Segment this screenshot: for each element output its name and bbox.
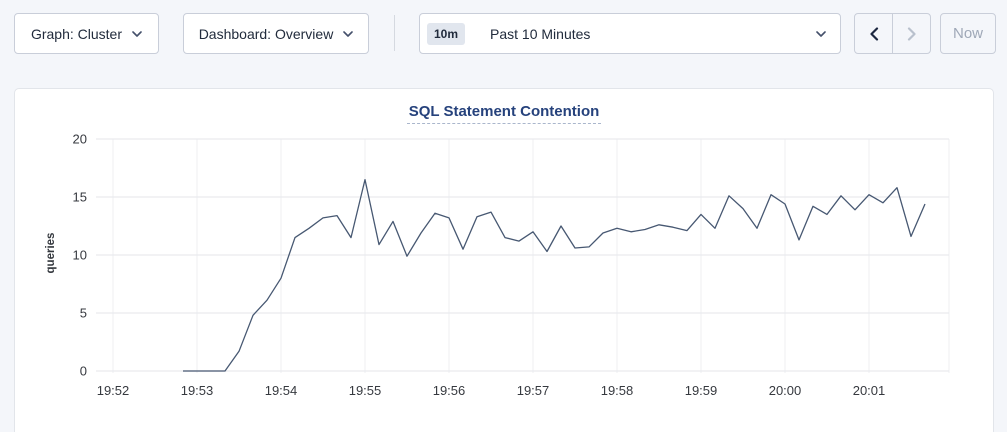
chevron-down-icon bbox=[816, 31, 826, 37]
x-tick-label: 19:58 bbox=[601, 383, 634, 398]
chevron-right-icon bbox=[907, 27, 917, 41]
chevron-down-icon bbox=[343, 31, 353, 37]
x-tick-label: 20:00 bbox=[769, 383, 802, 398]
graph-dropdown-label: Graph: Cluster bbox=[31, 26, 122, 42]
graph-dropdown[interactable]: Graph: Cluster bbox=[14, 13, 159, 54]
x-tick-label: 19:59 bbox=[685, 383, 718, 398]
y-tick-label: 0 bbox=[80, 364, 87, 379]
dashboard-dropdown-label: Dashboard: Overview bbox=[199, 26, 334, 42]
x-tick-label: 19:56 bbox=[433, 383, 466, 398]
x-tick-label: 19:52 bbox=[97, 383, 130, 398]
time-range-badge: 10m bbox=[427, 23, 465, 45]
y-tick-label: 15 bbox=[73, 190, 87, 205]
now-button[interactable]: Now bbox=[940, 13, 996, 54]
x-tick-label: 19:53 bbox=[181, 383, 214, 398]
sql-contention-chart[interactable]: 19:52 19:53 19:54 19:55 19:56 19:57 19:58 19:59… bbox=[15, 89, 995, 432]
y-tick-label: 5 bbox=[80, 306, 87, 321]
x-tick-label: 20:01 bbox=[853, 383, 886, 398]
y-tick-label: 10 bbox=[73, 248, 87, 263]
prev-time-button[interactable] bbox=[855, 14, 893, 53]
x-tick-label: 19:55 bbox=[349, 383, 382, 398]
chevron-left-icon bbox=[869, 27, 879, 41]
y-tick-label: 20 bbox=[73, 132, 87, 147]
now-button-label: Now bbox=[953, 25, 983, 42]
chevron-down-icon bbox=[132, 31, 142, 37]
time-range-label: Past 10 Minutes bbox=[490, 26, 806, 42]
x-tick-label: 19:54 bbox=[265, 383, 298, 398]
dashboard-dropdown[interactable]: Dashboard: Overview bbox=[183, 13, 369, 54]
chart-card: SQL Statement Contention queries 19:5219… bbox=[14, 88, 994, 432]
toolbar-divider bbox=[394, 15, 395, 51]
series-line-queries bbox=[183, 180, 925, 371]
time-range-picker[interactable]: 10m Past 10 Minutes bbox=[419, 13, 841, 54]
next-time-button[interactable] bbox=[893, 14, 930, 53]
time-nav-group bbox=[854, 13, 931, 54]
x-tick-label: 19:57 bbox=[517, 383, 550, 398]
